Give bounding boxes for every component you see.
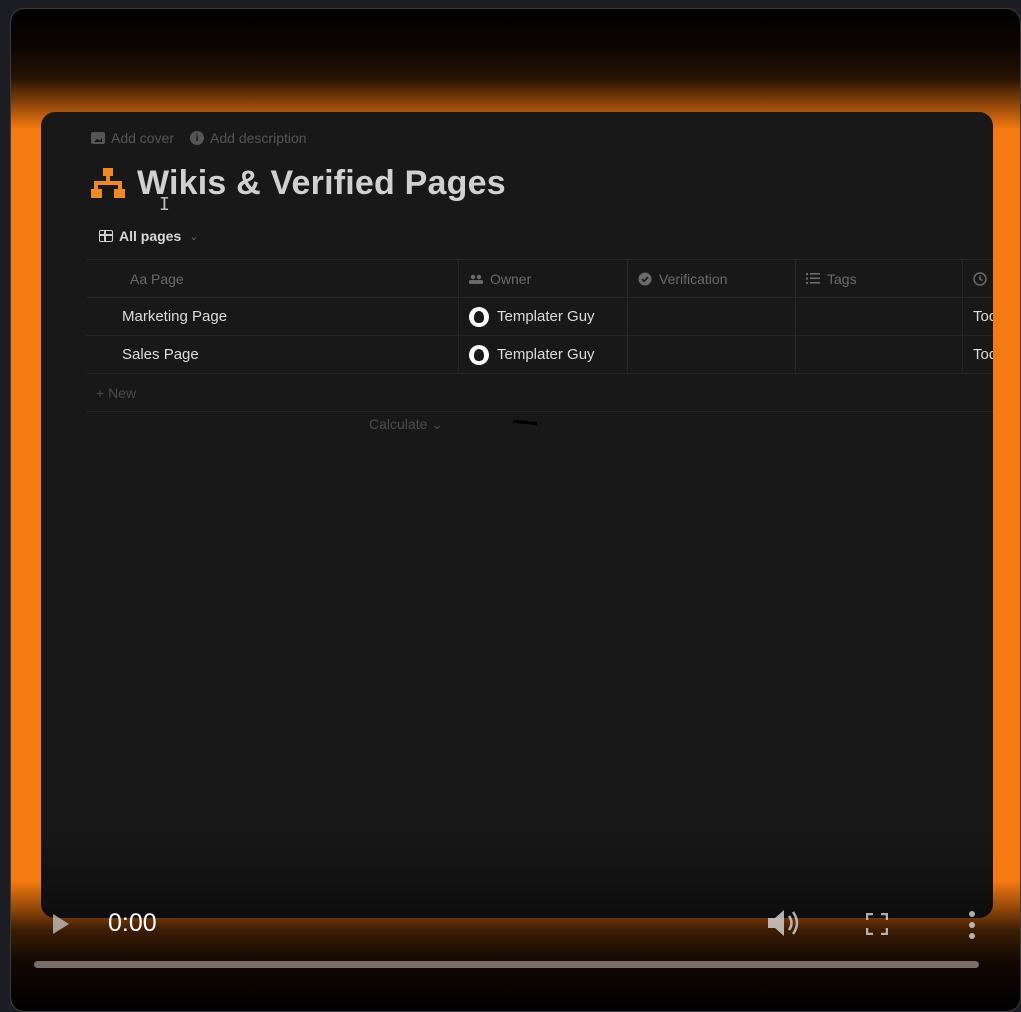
chevron-down-icon: ⌄ xyxy=(189,230,199,243)
cell-verification[interactable] xyxy=(627,298,795,335)
cell-owner[interactable]: Templater Guy xyxy=(458,336,627,373)
volume-icon[interactable] xyxy=(766,907,806,939)
page-actions: Add cover i Add description xyxy=(91,130,307,146)
header-verification[interactable]: Verification xyxy=(627,260,795,297)
header-tags-label: Tags xyxy=(827,270,857,287)
text-cursor-icon: I xyxy=(159,194,170,215)
add-description-action[interactable]: i Add description xyxy=(190,130,307,146)
header-owner-label: Owner xyxy=(490,270,532,287)
view-tab-label: All pages xyxy=(119,228,182,244)
owner-name: Templater Guy xyxy=(497,346,595,363)
add-cover-label: Add cover xyxy=(111,130,175,146)
header-page-label: Aa Page xyxy=(130,270,184,287)
header-tags[interactable]: Tags xyxy=(795,260,962,297)
table-header-row: Aa Page Owner Verification Tags xyxy=(86,260,993,298)
add-cover-action[interactable]: Add cover xyxy=(91,130,174,146)
cell-page[interactable]: Sales Page xyxy=(86,336,458,373)
header-page[interactable]: Aa Page xyxy=(86,260,458,297)
page-title-row: Wikis & Verified Pages xyxy=(91,164,506,203)
verified-icon xyxy=(638,272,652,286)
cell-tags[interactable] xyxy=(795,336,962,373)
new-row-label: + New xyxy=(96,384,137,401)
new-row[interactable]: + New xyxy=(86,374,993,412)
clock-icon xyxy=(973,271,987,286)
header-date[interactable] xyxy=(962,260,993,297)
video-controls: 0:00 xyxy=(11,899,1020,959)
play-icon[interactable] xyxy=(53,914,69,934)
view-tab-all-pages[interactable]: All pages ⌄ xyxy=(99,228,198,244)
table-row[interactable]: Marketing Page Templater Guy Tod xyxy=(86,298,993,336)
sitemap-icon xyxy=(91,166,125,202)
cell-page[interactable]: Marketing Page xyxy=(86,298,458,335)
add-description-label: Add description xyxy=(210,130,307,146)
header-owner[interactable]: Owner xyxy=(458,260,627,297)
cell-owner[interactable]: Templater Guy xyxy=(458,298,627,335)
page-title[interactable]: Wikis & Verified Pages xyxy=(137,164,506,203)
owner-name: Templater Guy xyxy=(497,308,595,325)
image-icon xyxy=(91,132,105,144)
avatar xyxy=(469,306,489,327)
cell-date[interactable]: Tod xyxy=(962,298,993,335)
more-vert-icon[interactable] xyxy=(968,910,976,940)
table-icon xyxy=(99,230,113,242)
cursor-mark xyxy=(512,419,538,426)
cell-tags[interactable] xyxy=(795,298,962,335)
progress-bar[interactable] xyxy=(34,961,979,968)
fullscreen-icon[interactable] xyxy=(865,912,889,936)
cell-verification[interactable] xyxy=(627,336,795,373)
video-player[interactable]: Add cover i Add description Wikis & Veri… xyxy=(10,8,1021,1012)
calculate-button[interactable]: Calculate ⌄ xyxy=(369,416,443,433)
database-table: Aa Page Owner Verification Tags Marketin… xyxy=(86,259,993,412)
video-frame-notion-page: Add cover i Add description Wikis & Veri… xyxy=(41,112,993,918)
avatar xyxy=(469,344,489,365)
table-row[interactable]: Sales Page Templater Guy Tod xyxy=(86,336,993,374)
time-display: 0:00 xyxy=(108,909,157,937)
list-icon xyxy=(806,273,820,284)
header-verification-label: Verification xyxy=(659,270,728,287)
cell-date[interactable]: Tod xyxy=(962,336,993,373)
info-icon: i xyxy=(190,131,205,145)
people-icon xyxy=(469,274,483,284)
